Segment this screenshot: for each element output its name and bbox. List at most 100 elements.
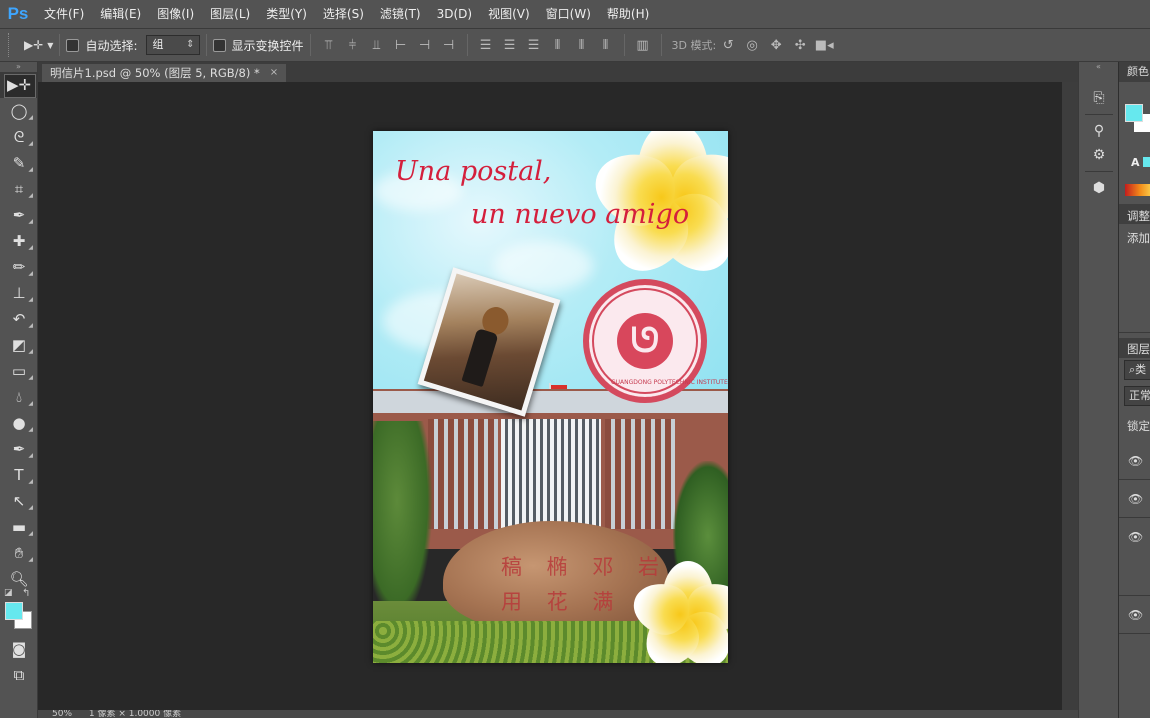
menu-layer[interactable]: 图层(L): [202, 0, 258, 28]
color-ramp[interactable]: [1125, 184, 1150, 196]
separator: [59, 34, 61, 56]
separator: [660, 34, 662, 56]
layer-filter-kind: 类: [1135, 363, 1147, 376]
separator: [1084, 114, 1113, 115]
layer-row[interactable]: 👁︎: [1119, 518, 1150, 596]
separator: [205, 34, 207, 56]
document-info[interactable]: 1 像素 × 1.0000 像素: [89, 710, 181, 718]
default-colors-icon[interactable]: ◪: [4, 588, 13, 598]
gradient-icon: ▭: [11, 362, 27, 380]
quick-mask-button[interactable]: ◙: [0, 636, 38, 662]
pen-tool[interactable]: ✒ ◢: [0, 436, 38, 462]
layer-row[interactable]: 👁︎: [1119, 442, 1150, 480]
cube-icon: ⬢: [1092, 180, 1106, 196]
eye-icon[interactable]: 👁︎: [1128, 530, 1143, 544]
tab-adjustments[interactable]: 调整: [1127, 208, 1150, 224]
document-tab[interactable]: 明信片1.psd @ 50% (图层 5, RGB/8) * ×: [42, 64, 287, 82]
eyedropper-tool[interactable]: ✒ ◢: [0, 202, 38, 228]
type-icon: T: [14, 466, 24, 484]
3d-roll-icon[interactable]: ◎: [743, 36, 761, 54]
quick-select-icon: ✎: [12, 154, 26, 172]
move-tool[interactable]: ▶✛: [0, 72, 38, 98]
path-select-tool[interactable]: ↖ ◢: [0, 488, 38, 514]
blur-tool[interactable]: 💧︎ ◢: [0, 384, 38, 410]
distribute-right-icon[interactable]: ⫴: [597, 36, 615, 54]
gradient-tool[interactable]: ▭ ◢: [0, 358, 38, 384]
distribute-hcenter-icon[interactable]: ⫴: [573, 36, 591, 54]
layer-row[interactable]: 👁︎: [1119, 480, 1150, 518]
hand-tool[interactable]: ✋︎ ◢: [0, 540, 38, 566]
options-grip[interactable]: [8, 33, 14, 57]
menu-file[interactable]: 文件(F): [36, 0, 92, 28]
menu-edit[interactable]: 编辑(E): [92, 0, 149, 28]
move-tool-icon: ▶✛: [24, 38, 44, 52]
shape-tool[interactable]: ▬ ◢: [0, 514, 38, 540]
crop-tool[interactable]: ⌗ ◢: [0, 176, 38, 202]
auto-select-dropdown[interactable]: 组: [145, 35, 200, 55]
tab-color[interactable]: 颜色: [1119, 62, 1150, 82]
menu-3d[interactable]: 3D(D): [429, 0, 480, 28]
eraser-tool[interactable]: ◩ ◢: [0, 332, 38, 358]
expand-arrows-icon[interactable]: «: [1079, 62, 1118, 72]
stamp-tool[interactable]: ⊥ ◢: [0, 280, 38, 306]
align-top-icon[interactable]: ⫪: [320, 36, 338, 54]
menu-image[interactable]: 图像(I): [149, 0, 202, 28]
dodge-tool[interactable]: ● ◢: [0, 410, 38, 436]
type-tool[interactable]: T ◢: [0, 462, 38, 488]
tab-layers[interactable]: 图层: [1127, 341, 1150, 357]
menu-type[interactable]: 类型(Y): [258, 0, 315, 28]
collapse-arrows-icon[interactable]: »: [0, 62, 37, 72]
foreground-color-swatch[interactable]: [5, 602, 23, 620]
menu-select[interactable]: 选择(S): [315, 0, 372, 28]
distribute-vcenter-icon[interactable]: ☰: [501, 36, 519, 54]
history-brush-tool[interactable]: ↶ ◢: [0, 306, 38, 332]
zoom-level[interactable]: 50%: [52, 710, 72, 718]
align-hcenter-icon[interactable]: ⊣: [416, 36, 434, 54]
tool-presets-button[interactable]: ⚙: [1079, 143, 1119, 167]
out-of-gamut-icon: A: [1131, 156, 1140, 169]
menu-window[interactable]: 窗口(W): [538, 0, 599, 28]
panel-foreground-swatch[interactable]: [1125, 104, 1143, 122]
eye-icon[interactable]: 👁︎: [1128, 454, 1143, 468]
blend-mode-select[interactable]: 正常: [1124, 386, 1150, 406]
menu-help[interactable]: 帮助(H): [599, 0, 657, 28]
vertical-scrollbar[interactable]: [1062, 82, 1078, 710]
eye-icon[interactable]: 👁︎: [1128, 608, 1143, 622]
align-bottom-icon[interactable]: ⫫: [368, 36, 386, 54]
brush-panel-button[interactable]: ⚲: [1079, 119, 1119, 143]
auto-align-icon[interactable]: ▥: [634, 36, 652, 54]
history-panel-button[interactable]: ⎘: [1079, 86, 1119, 110]
align-right-icon[interactable]: ⊣: [440, 36, 458, 54]
auto-select-checkbox[interactable]: [66, 38, 80, 52]
gamut-swatch[interactable]: [1143, 157, 1150, 167]
3d-rotate-icon[interactable]: ↺: [719, 36, 737, 54]
3d-pan-icon[interactable]: ✥: [767, 36, 785, 54]
healing-tool[interactable]: ✚ ◢: [0, 228, 38, 254]
layer-row[interactable]: 👁︎: [1119, 596, 1150, 634]
swap-colors-icon[interactable]: ↰: [22, 588, 30, 599]
3d-scale-icon[interactable]: ■◂: [815, 36, 834, 54]
align-vcenter-icon[interactable]: ⫩: [344, 36, 362, 54]
distribute-top-icon[interactable]: ☰: [477, 36, 495, 54]
layer-filter-input[interactable]: ⌕类: [1124, 360, 1150, 380]
close-icon[interactable]: ×: [270, 64, 278, 82]
marquee-tool[interactable]: ◯ ◢: [0, 98, 38, 124]
distribute-bottom-icon[interactable]: ☰: [525, 36, 543, 54]
quick-select-tool[interactable]: ✎ ◢: [0, 150, 38, 176]
tool-preset-picker[interactable]: ▶✛ ▼: [24, 38, 53, 52]
3d-panel-button[interactable]: ⬢: [1079, 176, 1119, 200]
tool-presets-icon: ⚙: [1092, 147, 1106, 163]
screen-mode-button[interactable]: ⧉: [0, 662, 38, 688]
drop-icon: 💧︎: [15, 388, 22, 406]
show-transform-checkbox[interactable]: [212, 38, 226, 52]
3d-slide-icon[interactable]: ✣: [791, 36, 809, 54]
distribute-left-icon[interactable]: ⫴: [549, 36, 567, 54]
document-tab-bar: 明信片1.psd @ 50% (图层 5, RGB/8) * ×: [38, 62, 1078, 82]
lasso-tool[interactable]: ᘓ ◢: [0, 124, 38, 150]
menu-filter[interactable]: 滤镜(T): [372, 0, 429, 28]
brush-tool[interactable]: ✏ ◢: [0, 254, 38, 280]
postcard-canvas[interactable]: 稿 椭 邓 岩 用 花 满 院 Una postal, un nuevo ami…: [373, 131, 728, 663]
align-left-icon[interactable]: ⊢: [392, 36, 410, 54]
eye-icon[interactable]: 👁︎: [1128, 492, 1143, 506]
menu-view[interactable]: 视图(V): [480, 0, 538, 28]
